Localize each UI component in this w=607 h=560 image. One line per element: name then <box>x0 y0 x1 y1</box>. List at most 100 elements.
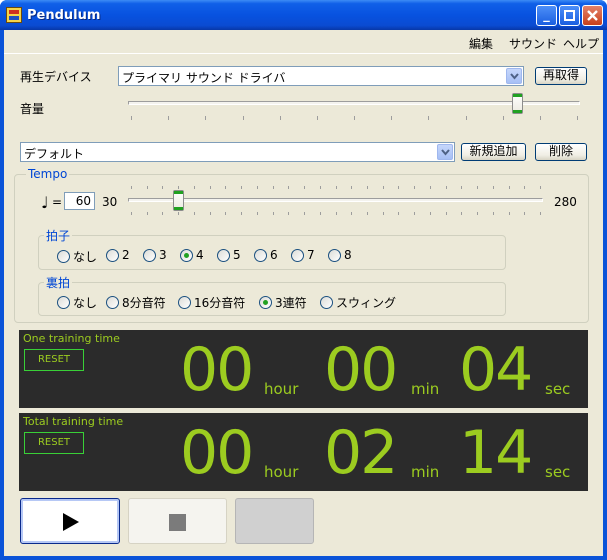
beats-radio-7[interactable]: 7 <box>291 248 315 262</box>
chevron-down-icon[interactable] <box>506 68 522 84</box>
close-button[interactable] <box>582 5 603 26</box>
preset-select-value: デフォルト <box>24 147 85 161</box>
total-training-title: Total training time <box>23 415 124 428</box>
tempo-input[interactable]: 60 <box>64 192 95 210</box>
tempo-slider-track[interactable] <box>128 198 543 202</box>
device-select-value: プライマリ サウンド ドライバ <box>122 71 286 85</box>
radio-circle[interactable] <box>217 248 230 262</box>
beats-group-title: 拍子 <box>44 227 73 244</box>
one-training-hours: 00 <box>180 335 254 405</box>
radio-circle[interactable] <box>328 248 341 262</box>
menu-sound[interactable]: サウンド <box>509 35 557 52</box>
chevron-down-icon[interactable] <box>437 144 453 160</box>
radio-circle[interactable] <box>57 296 70 309</box>
tempo-tick <box>461 186 463 189</box>
tempo-tick <box>304 212 306 215</box>
tempo-equals: = <box>52 195 63 209</box>
tempo-tick <box>146 212 148 215</box>
close-icon <box>587 10 598 21</box>
tempo-slider-thumb[interactable] <box>172 190 184 211</box>
tempo-tick <box>241 212 243 215</box>
tempo-tick <box>382 212 384 215</box>
total-training-panel: Total training time RESET 00 hour 02 min… <box>19 413 588 491</box>
tempo-tick <box>508 212 510 215</box>
tempo-tick <box>335 186 337 189</box>
menu-help[interactable]: ヘルプ <box>563 35 599 52</box>
delete-preset-button[interactable]: 削除 <box>535 143 587 161</box>
preset-select[interactable]: デフォルト <box>20 142 455 162</box>
radio-circle[interactable] <box>143 248 156 262</box>
menu-edit[interactable]: 編集 <box>469 35 493 52</box>
tempo-tick <box>225 186 227 189</box>
volume-tick <box>168 116 170 120</box>
title-bar[interactable]: Pendulum _ <box>0 0 607 30</box>
radio-circle[interactable] <box>180 248 193 262</box>
beats-radio-2[interactable]: 2 <box>106 248 130 262</box>
volume-label: 音量 <box>20 102 45 116</box>
one-training-reset-button[interactable]: RESET <box>24 349 84 371</box>
offbeat-radio-4[interactable]: 3連符 <box>259 294 307 311</box>
offbeat-radio-label: 16分音符 <box>194 296 246 310</box>
radio-circle[interactable] <box>106 296 119 309</box>
stop-icon <box>169 514 186 531</box>
volume-tick <box>131 116 132 120</box>
blank-button[interactable] <box>235 498 314 544</box>
tempo-tick <box>461 212 463 215</box>
tempo-tick <box>272 186 274 189</box>
tempo-tick <box>225 212 227 215</box>
tempo-tick <box>256 186 258 189</box>
volume-tick <box>316 116 318 120</box>
one-training-sec-unit: sec <box>545 380 571 398</box>
total-training-reset-button[interactable]: RESET <box>24 432 84 454</box>
tempo-tick <box>288 186 290 189</box>
beats-radio-label: なし <box>73 250 98 264</box>
beats-radio-1[interactable]: なし <box>57 248 97 265</box>
tempo-tick <box>492 186 494 189</box>
offbeat-radio-label: スウィング <box>336 296 397 310</box>
volume-tick <box>465 116 467 120</box>
device-select[interactable]: プライマリ サウンド ドライバ <box>118 66 524 86</box>
minimize-button[interactable]: _ <box>536 5 557 26</box>
radio-circle[interactable] <box>291 248 304 262</box>
offbeat-radio-3[interactable]: 16分音符 <box>178 294 245 311</box>
radio-circle[interactable] <box>57 250 70 263</box>
offbeat-radio-5[interactable]: スウィング <box>320 294 396 311</box>
beats-radio-6[interactable]: 6 <box>254 248 278 262</box>
beats-radio-4[interactable]: 4 <box>180 248 204 262</box>
volume-tick <box>279 116 281 120</box>
beats-radio-8[interactable]: 8 <box>328 248 352 262</box>
play-button[interactable] <box>20 498 120 544</box>
minimize-icon: _ <box>543 8 550 23</box>
reacquire-button[interactable]: 再取得 <box>535 67 587 85</box>
maximize-button[interactable] <box>559 5 580 26</box>
beats-radio-5[interactable]: 5 <box>217 248 241 262</box>
offbeat-radio-1[interactable]: なし <box>57 294 97 311</box>
tempo-tick <box>429 212 431 215</box>
volume-tick <box>539 116 541 120</box>
tempo-tick <box>540 186 541 189</box>
volume-slider-thumb[interactable] <box>511 93 523 114</box>
radio-circle[interactable] <box>106 248 119 262</box>
total-training-hour-unit: hour <box>264 463 299 481</box>
tempo-tick <box>414 212 416 215</box>
radio-circle[interactable] <box>320 296 333 309</box>
beats-radio-3[interactable]: 3 <box>143 248 167 262</box>
beats-radio-label: 4 <box>196 248 204 262</box>
offbeat-radio-2[interactable]: 8分音符 <box>106 294 166 311</box>
volume-tick <box>205 116 207 120</box>
one-training-panel: One training time RESET 00 hour 00 min 0… <box>19 330 588 408</box>
radio-circle[interactable] <box>259 296 272 309</box>
tempo-tick <box>178 212 180 215</box>
one-training-hour-unit: hour <box>264 380 299 398</box>
radio-circle[interactable] <box>178 296 191 309</box>
tempo-tick <box>382 186 384 189</box>
tempo-tick <box>366 186 368 189</box>
tempo-tick <box>335 212 337 215</box>
radio-circle[interactable] <box>254 248 267 262</box>
add-preset-button[interactable]: 新規追加 <box>461 143 526 161</box>
tempo-tick <box>540 212 541 215</box>
stop-button[interactable] <box>128 498 227 544</box>
window-title: Pendulum <box>27 8 101 23</box>
volume-tick <box>354 116 355 120</box>
tempo-tick <box>398 186 400 189</box>
